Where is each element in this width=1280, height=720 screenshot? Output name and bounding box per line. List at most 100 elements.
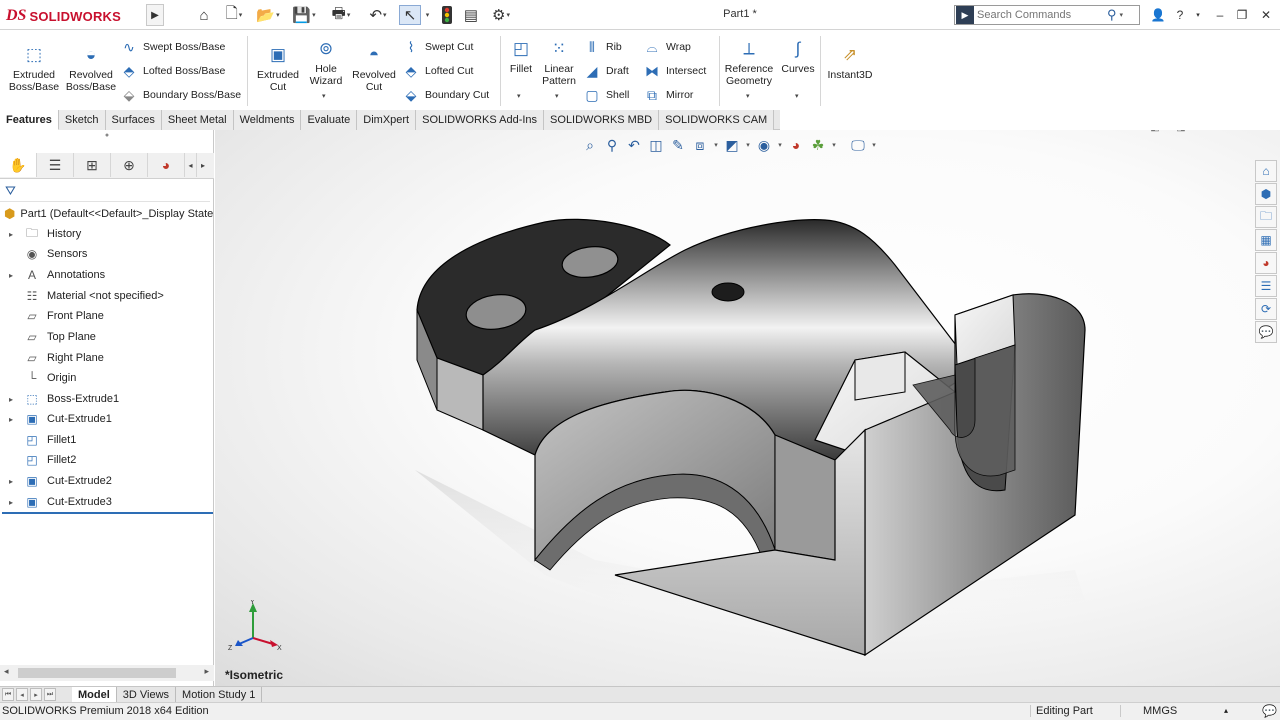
revolved-boss-button[interactable]: ◒ Revolved Boss/Base [63, 44, 119, 93]
viewport-restore-icon[interactable]: ❐ [1220, 130, 1246, 134]
scroll-thumb[interactable] [18, 668, 176, 678]
previous-view-icon[interactable]: ↶ [623, 135, 645, 155]
tab-scroll-right-icon[interactable]: ▸ [197, 153, 209, 177]
tree-item-front-plane[interactable]: ▱ Front Plane [0, 306, 212, 326]
panel-grip[interactable]: ● [0, 132, 214, 144]
display-style-icon[interactable]: ◩ [721, 135, 743, 155]
view-settings-dropdown-icon[interactable]: ▾ [869, 135, 879, 155]
tree-item-cut-extrude1[interactable]: ▸ ▣ Cut-Extrude1 [0, 409, 212, 429]
reference-geometry-button[interactable]: ⟂ Reference Geometry [723, 38, 775, 87]
view-orientation-dropdown-icon[interactable]: ▾ [711, 135, 721, 155]
tree-item-annotations[interactable]: ▸ A Annotations [0, 265, 212, 285]
fillet-dropdown-icon[interactable]: ▾ [517, 92, 521, 100]
hole-wizard-button[interactable]: ⊚ Hole Wizard [303, 38, 349, 87]
feature-manager-tree-tab[interactable]: ✋ [0, 153, 37, 177]
tab-weldments[interactable]: Weldments [233, 110, 302, 130]
quick-tips-icon[interactable]: 💬 [1262, 704, 1277, 718]
help-icon[interactable]: ? [1170, 6, 1190, 24]
linear-pattern-button[interactable]: ⁙ Linear Pattern [538, 38, 580, 87]
mirror-button[interactable]: ⧉ Mirror [643, 86, 693, 104]
first-tab-icon[interactable]: ⏮ [2, 688, 14, 701]
view-palette-icon[interactable]: ▦ [1255, 229, 1277, 251]
solidworks-resources-icon[interactable]: ⌂ [1255, 160, 1277, 182]
hide-show-items-icon[interactable]: ◉ [753, 135, 775, 155]
extruded-cut-button[interactable]: ▣ Extruded Cut [253, 44, 303, 93]
section-view-icon[interactable]: ◫ [645, 135, 667, 155]
fillet-button[interactable]: ◰ Fillet [506, 38, 536, 75]
previous-tab-icon[interactable]: ◂ [16, 688, 28, 701]
lofted-boss-button[interactable]: ⬘ Lofted Boss/Base [120, 62, 226, 80]
rebuild-traffic-light-icon[interactable] [440, 5, 454, 25]
rollback-bar[interactable] [2, 512, 213, 514]
search-icon[interactable]: ⚲ [1107, 7, 1117, 23]
tree-item-right-plane[interactable]: ▱ Right Plane [0, 348, 212, 368]
tab-sketch[interactable]: Sketch [58, 110, 106, 130]
rib-button[interactable]: ⫴ Rib [583, 38, 622, 56]
select-dropdown-icon[interactable]: ▾ [423, 5, 431, 25]
restore-icon[interactable]: ❐ [1232, 6, 1252, 24]
menu-expand-arrow-icon[interactable]: ▶ [146, 4, 164, 26]
configuration-manager-tab[interactable]: ⊞ [74, 153, 111, 177]
wrap-button[interactable]: ⌓ Wrap [643, 38, 690, 56]
instant3d-button[interactable]: ⇗ Instant3D [824, 44, 876, 81]
unit-system-selector[interactable]: MMGS [1120, 705, 1220, 717]
file-explorer-icon[interactable]: 🗀 [1255, 206, 1277, 228]
expand-arrow-icon[interactable]: ▸ [0, 395, 22, 404]
scroll-left-icon[interactable]: ◂ [4, 666, 9, 677]
boundary-cut-button[interactable]: ⬙ Boundary Cut [402, 86, 490, 104]
expand-arrow-icon[interactable]: ▸ [0, 477, 22, 486]
shell-button[interactable]: ▢ Shell [583, 86, 629, 104]
tab-solidworks-add-ins[interactable]: SOLIDWORKS Add-Ins [416, 110, 545, 130]
user-account-icon[interactable]: 👤 [1148, 6, 1168, 24]
appearances-icon[interactable]: ◕ [1255, 252, 1277, 274]
edit-appearance-icon[interactable]: ◕ [785, 135, 807, 155]
swept-boss-button[interactable]: ∿ Swept Boss/Base [120, 38, 225, 56]
tree-item-sensors[interactable]: ◉ Sensors [0, 244, 212, 264]
apply-scene-dropdown-icon[interactable]: ▾ [829, 135, 839, 155]
select-button[interactable]: ↖ [399, 5, 421, 25]
viewport-previous-icon[interactable]: ◧ [1142, 130, 1168, 134]
swept-cut-button[interactable]: ⌇ Swept Cut [402, 38, 474, 56]
expand-arrow-icon[interactable]: ▸ [0, 271, 22, 280]
extruded-boss-button[interactable]: ⬚ Extruded Boss/Base [6, 44, 62, 93]
boundary-boss-button[interactable]: ⬙ Boundary Boss/Base [120, 86, 241, 104]
property-manager-tab[interactable]: ☰ [37, 153, 74, 177]
search-commands-box[interactable]: ▶ ⚲ ▾ [954, 5, 1140, 25]
tree-item-history[interactable]: ▸ 🗀 History [0, 224, 212, 244]
next-tab-icon[interactable]: ▸ [30, 688, 42, 701]
tab-surfaces[interactable]: Surfaces [105, 110, 162, 130]
tab-solidworks-mbd[interactable]: SOLIDWORKS MBD [544, 110, 660, 130]
tab-sheet-metal[interactable]: Sheet Metal [161, 110, 234, 130]
view-orientation-icon[interactable]: ⧈ [689, 135, 711, 155]
lofted-cut-button[interactable]: ⬘ Lofted Cut [402, 62, 474, 80]
tab-scroll-left-icon[interactable]: ◂ [185, 153, 197, 177]
design-library-icon[interactable]: ⬢ [1255, 183, 1277, 205]
apply-scene-icon[interactable]: ☘ [807, 135, 829, 155]
draft-button[interactable]: ◢ Draft [583, 62, 629, 80]
new-document-button[interactable]: 🗋 ▾ [220, 5, 248, 25]
search-options-dropdown-icon[interactable]: ▾ [1120, 11, 1124, 19]
zoom-to-area-icon[interactable]: ⚲ [601, 135, 623, 155]
viewport-close-icon[interactable]: ✕ [1246, 130, 1272, 134]
last-tab-icon[interactable]: ⏭ [44, 688, 56, 701]
options-button[interactable]: ⚙ ▾ [486, 5, 516, 25]
tree-item-material[interactable]: ☷ Material <not specified> [0, 286, 212, 306]
close-icon[interactable]: ✕ [1256, 6, 1276, 24]
tree-item-fillet1[interactable]: ◰ Fillet1 [0, 430, 212, 450]
tab-motion-study-1[interactable]: Motion Study 1 [176, 687, 263, 702]
viewport-minimize-icon[interactable]: – [1194, 130, 1220, 134]
scroll-right-icon[interactable]: ▸ [204, 666, 209, 677]
expand-arrow-icon[interactable]: ▸ [0, 498, 22, 507]
tree-item-cut-extrude3[interactable]: ▸ ▣ Cut-Extrude3 [0, 492, 212, 512]
graphics-area[interactable]: ◧ ◨ – ❐ ✕ ⌕ ⚲ ↶ ◫ ✎ ⧈ ▾ ◩ ▾ ◉ ▾ ◕ ☘ ▾ 🖵 … [215, 130, 1280, 686]
home-icon[interactable]: ⌂ [194, 5, 214, 25]
revolved-cut-button[interactable]: ◓ Revolved Cut [349, 44, 399, 93]
chat-icon[interactable]: 💬 [1255, 321, 1277, 343]
expand-arrow-icon[interactable]: ▸ [0, 230, 22, 239]
file-properties-icon[interactable]: ▤ [460, 5, 482, 25]
tree-item-cut-extrude2[interactable]: ▸ ▣ Cut-Extrude2 [0, 471, 212, 491]
view-settings-icon[interactable]: 🖵 [847, 135, 869, 155]
zoom-to-fit-icon[interactable]: ⌕ [579, 135, 601, 155]
command-search-mode-icon[interactable]: ▶ [956, 6, 974, 24]
viewport-next-icon[interactable]: ◨ [1168, 130, 1194, 134]
